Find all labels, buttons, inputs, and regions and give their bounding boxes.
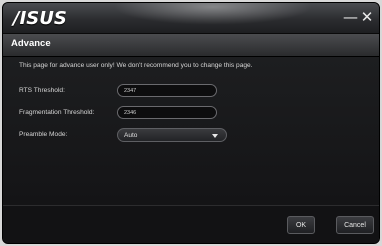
- fragmentation-threshold-field[interactable]: [117, 106, 217, 119]
- dialog-footer: OK Cancel: [3, 205, 379, 243]
- preamble-mode-value: Auto: [124, 131, 138, 139]
- warning-notice: This page for advance user only! We don'…: [19, 62, 253, 69]
- fragmentation-threshold-label: Fragmentation Threshold:: [19, 109, 95, 116]
- cancel-button[interactable]: Cancel: [336, 216, 374, 234]
- close-icon[interactable]: ✕: [360, 9, 374, 25]
- page-title: Advance: [11, 38, 51, 49]
- dialog-window: /ISUS — ✕ Advance This page for advance …: [2, 2, 380, 244]
- asus-logo: /ISUS: [13, 8, 67, 29]
- rts-threshold-field[interactable]: [117, 84, 217, 97]
- preamble-mode-label: Preamble Mode:: [19, 131, 68, 138]
- minimize-icon[interactable]: —: [343, 9, 358, 25]
- fragmentation-threshold-input[interactable]: [124, 108, 212, 118]
- ok-button[interactable]: OK: [287, 216, 315, 234]
- dropdown-arrow-icon: [212, 134, 218, 138]
- settings-panel: This page for advance user only! We don'…: [3, 57, 379, 205]
- rts-threshold-input[interactable]: [124, 86, 212, 96]
- section-header: Advance: [3, 34, 379, 57]
- title-bar[interactable]: /ISUS — ✕: [3, 3, 379, 34]
- preamble-mode-dropdown[interactable]: Auto: [117, 128, 227, 142]
- title-bar-sheen: [113, 3, 313, 25]
- rts-threshold-label: RTS Threshold:: [19, 87, 65, 94]
